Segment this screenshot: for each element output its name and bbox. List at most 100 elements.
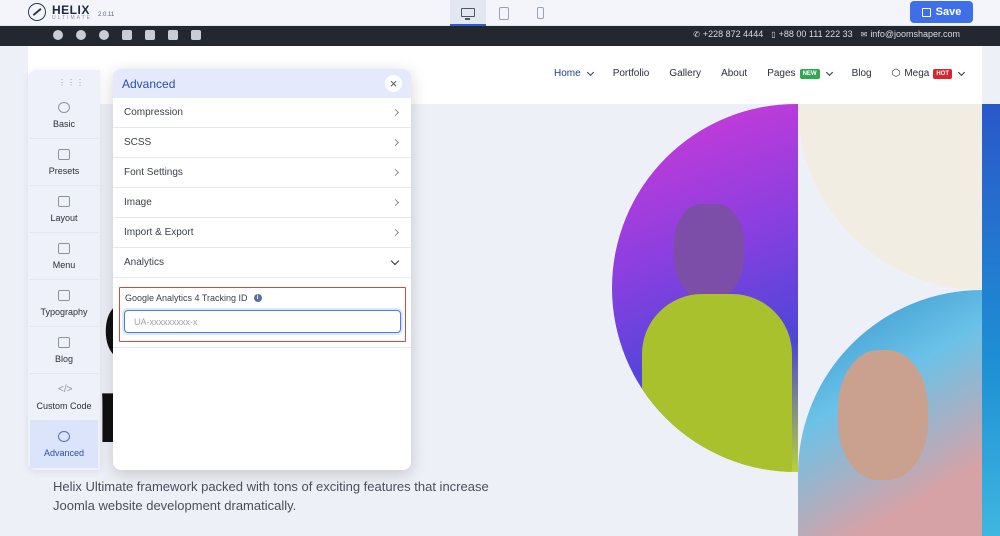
section-analytics[interactable]: Analytics [113,248,411,278]
hero-image-man [612,104,798,472]
code-icon: </> [58,383,73,395]
email[interactable]: info@joomshaper.com [870,29,960,39]
device-switcher [450,0,558,26]
phone-2: +88 00 111 222 33 [778,29,853,39]
hero-image-edge [982,104,1000,536]
chevron-right-icon [391,138,400,147]
nav-about-label: About [721,68,748,79]
panel-header: Advanced × [113,69,411,98]
sidebar-item-basic[interactable]: Basic [30,92,98,139]
nav-portfolio-label: Portfolio [612,68,650,79]
flickr-icon[interactable] [191,30,201,40]
sidebar-item-label: Layout [50,212,78,223]
nav-pages[interactable]: Pages NEW [767,68,833,79]
builder-toolbar: HELIX ULTIMATE 2.0.11 Save [0,0,1000,26]
nav-home-label: Home [554,68,581,79]
sidebar-item-menu[interactable]: Menu [30,233,98,280]
chevron-right-icon [391,108,400,117]
app-name: HELIX [52,2,90,17]
chevron-down-icon [957,68,966,76]
chevron-down-icon [586,68,594,76]
nav-blog[interactable]: Blog [852,68,872,79]
save-button[interactable]: Save [910,1,973,23]
helix-logo: HELIX ULTIMATE 2.0.11 [28,3,114,21]
sidebar-item-custom-code[interactable]: </> Custom Code [30,374,98,421]
site-topbar: ✆ +228 872 4444 ▯ +88 00 111 222 33 ✉ info@… [0,26,1000,46]
nav-portfolio[interactable]: Portfolio [613,68,650,79]
advanced-icon [58,431,70,442]
phone-icon: ✆ [693,29,700,39]
mobile-phone-icon: ▯ [771,29,776,39]
nav-blog-label: Blog [851,68,872,79]
sidebar-item-layout[interactable]: Layout [30,186,98,233]
ga-tracking-label-text: Google Analytics 4 Tracking ID [125,293,248,303]
phone-1: +228 872 4444 [702,29,764,39]
section-image[interactable]: Image [113,188,411,218]
panel-title: Advanced [122,76,176,91]
chevron-right-icon [391,198,400,207]
social-links [53,30,201,40]
new-badge: NEW [799,68,820,79]
nav-gallery[interactable]: Gallery [669,68,701,79]
cube-icon: ⬡ [891,68,901,79]
sidebar-item-label: Advanced [43,448,85,458]
pinterest-icon[interactable] [99,30,109,40]
section-label: Import & Export [124,227,194,238]
section-import-export[interactable]: Import & Export [113,218,411,248]
ga-tracking-id-input[interactable] [124,310,401,333]
drag-handle-icon[interactable]: ⋮⋮⋮ [58,78,85,87]
nav-mega-label: Mega [904,68,930,79]
helix-logo-icon [28,3,46,21]
facebook-icon[interactable] [53,30,63,40]
section-label: SCSS [124,137,152,148]
ga-tracking-label: Google Analytics 4 Tracking ID i [125,293,400,303]
app-version: 2.0.11 [97,12,115,18]
section-font-settings[interactable]: Font Settings [113,158,411,188]
save-label: Save [935,6,962,18]
section-label: Image [124,197,152,208]
section-compression[interactable]: Compression [113,98,411,128]
sidebar-item-label: Typography [40,306,88,317]
nav-about[interactable]: About [721,68,747,79]
app-subtitle: ULTIMATE [52,14,92,21]
mobile-view-button[interactable] [522,0,558,26]
info-icon[interactable]: i [253,294,262,302]
youtube-icon[interactable] [122,30,132,40]
section-label: Font Settings [124,167,183,178]
menu-icon [58,242,70,254]
linkedin-icon[interactable] [145,30,155,40]
nav-gallery-label: Gallery [669,68,702,79]
sidebar-item-label: Custom Code [36,400,92,411]
tablet-view-button[interactable] [486,0,522,26]
typography-icon [58,289,70,301]
email-icon: ✉ [860,29,868,39]
sidebar-item-typography[interactable]: Typography [30,280,98,327]
tablet-icon [499,6,509,20]
sidebar-item-advanced[interactable]: Advanced [30,421,98,468]
save-icon [921,7,931,17]
main-nav: Home Portfolio Gallery About Pages NEW Bl… [554,68,966,79]
instagram-icon[interactable] [168,30,178,40]
desktop-view-button[interactable] [450,0,486,26]
sidebar-item-blog[interactable]: Blog [30,327,98,374]
advanced-panel: Advanced × Compression SCSS Font Setting… [113,69,411,470]
close-icon: × [389,76,398,91]
section-scss[interactable]: SCSS [113,128,411,158]
sliders-icon [58,148,70,160]
close-button[interactable]: × [385,75,402,92]
hero-image-shape [798,104,982,290]
layout-icon [58,195,70,207]
section-label: Analytics [124,257,165,268]
twitter-icon[interactable] [76,30,86,40]
chevron-down-icon [390,256,400,266]
sidebar-item-presets[interactable]: Presets [30,139,98,186]
nav-home[interactable]: Home [554,68,594,79]
sidebar-item-label: Blog [54,353,73,364]
nav-mega[interactable]: ⬡ Mega HOT [891,68,966,79]
chevron-right-icon [391,228,400,237]
sidebar-item-label: Basic [52,118,75,129]
contact-info: ✆ +228 872 4444 ▯ +88 00 111 222 33 ✉ info@… [693,29,960,39]
sidebar-item-label: Menu [52,259,76,270]
nav-pages-label: Pages [767,68,796,79]
options-sidebar: ⋮⋮⋮ Basic Presets Layout Menu Typography… [28,70,100,470]
